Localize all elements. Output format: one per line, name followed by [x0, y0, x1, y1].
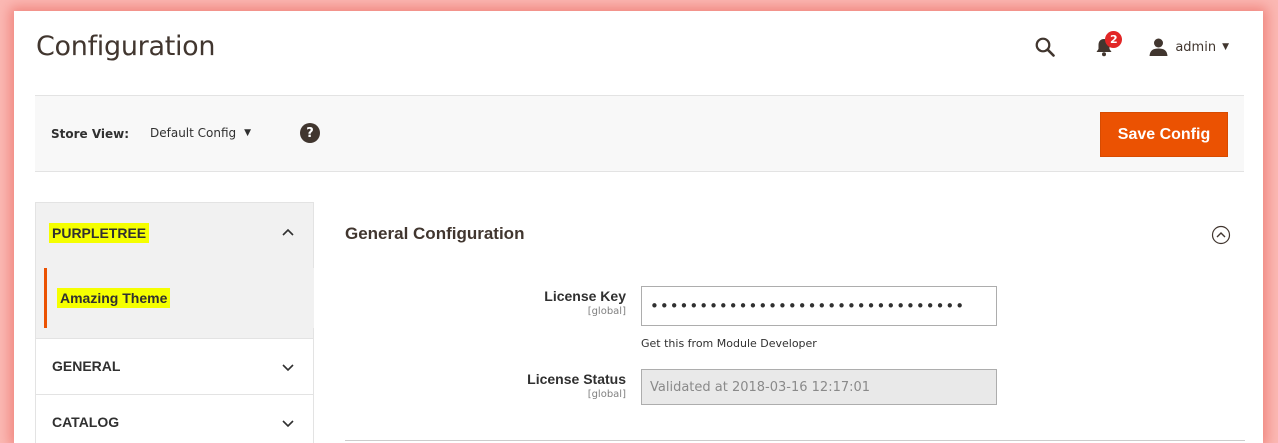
sidebar-section-general[interactable]: GENERAL [35, 338, 314, 394]
store-view-bar: Store View: Default Config ▼ ? Save Conf… [35, 95, 1244, 172]
license-key-note: Get this from Module Developer [641, 337, 817, 350]
store-view-value: Default Config [150, 126, 237, 140]
collapse-circle-icon[interactable] [1211, 225, 1231, 245]
license-status-label: License Status [527, 371, 626, 387]
header-actions: 2 admin ▼ [1035, 31, 1229, 61]
license-status-input: Validated at 2018-03-16 12:17:01 [641, 369, 997, 405]
sidebar-section-items: Amazing Theme [35, 258, 314, 338]
config-sidebar: PURPLETREE Amazing Theme GENERAL CATALOG [35, 202, 314, 443]
page-title: Configuration [36, 31, 216, 62]
chevron-down-icon [282, 420, 294, 428]
license-key-scope: [global] [587, 306, 626, 317]
search-icon[interactable] [1035, 37, 1056, 57]
sidebar-section-catalog[interactable]: CATALOG [35, 394, 314, 443]
license-key-input[interactable]: •••••••••••••••••••••••••••••••• [641, 286, 997, 326]
user-icon [1149, 38, 1168, 56]
store-view-switcher[interactable]: Default Config ▼ [150, 126, 251, 140]
chevron-down-icon [282, 364, 294, 372]
sidebar-section-title: GENERAL [52, 358, 121, 374]
section-divider [345, 440, 1245, 441]
help-icon[interactable]: ? [300, 123, 320, 143]
license-key-label: License Key [544, 288, 626, 304]
caret-down-icon: ▼ [244, 128, 252, 138]
notifications-button[interactable]: 2 [1095, 31, 1123, 57]
license-status-scope: [global] [587, 389, 626, 400]
sidebar-item-amazing-theme[interactable]: Amazing Theme [44, 268, 314, 328]
admin-frame: Configuration 2 admin ▼ Store View: Defa… [14, 11, 1263, 443]
notification-badge: 2 [1105, 31, 1123, 48]
caret-down-icon: ▼ [1222, 42, 1229, 52]
sidebar-section-title: CATALOG [52, 414, 120, 430]
config-main: General Configuration License Key [globa… [345, 202, 1245, 443]
chevron-up-icon [282, 228, 294, 236]
sidebar-section-title: PURPLETREE [49, 223, 150, 243]
section-title[interactable]: General Configuration [345, 224, 524, 244]
store-view-label: Store View: [51, 127, 130, 141]
sidebar-item-label: Amazing Theme [57, 288, 171, 308]
user-name: admin [1175, 39, 1217, 55]
user-menu[interactable]: admin ▼ [1149, 38, 1229, 56]
save-config-button[interactable]: Save Config [1100, 112, 1228, 157]
sidebar-section-purpletree[interactable]: PURPLETREE [35, 202, 314, 258]
